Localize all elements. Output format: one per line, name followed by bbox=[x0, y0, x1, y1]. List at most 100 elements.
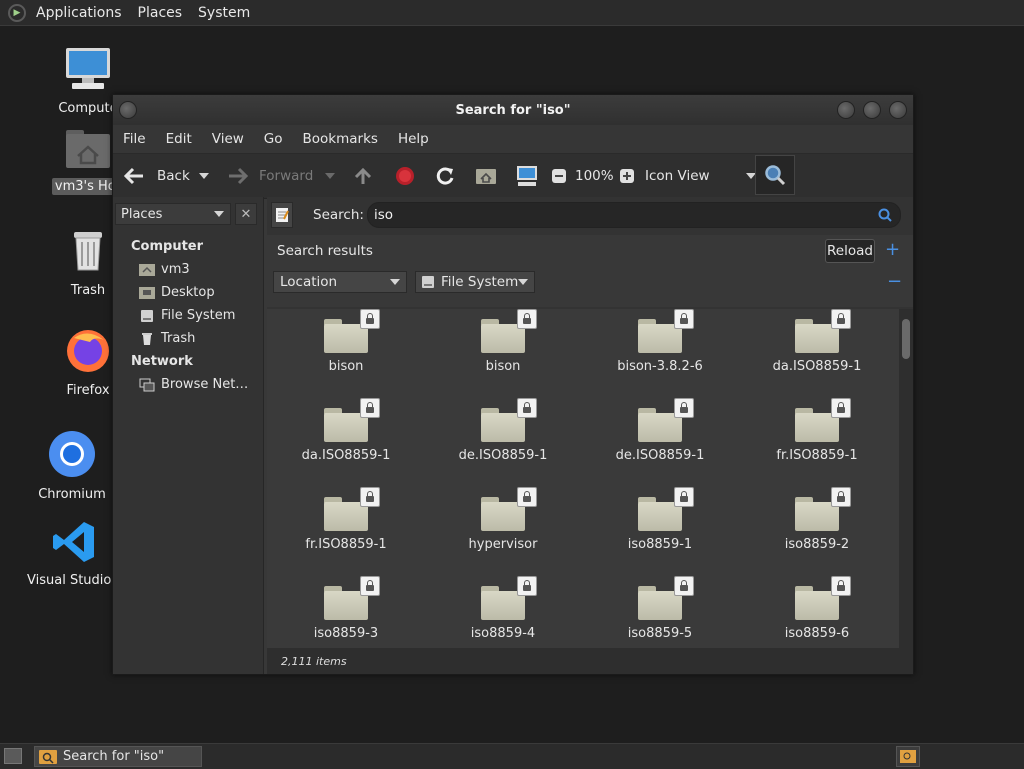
sidebar-item-vm3[interactable]: vm3 bbox=[139, 262, 190, 277]
zoom-out-icon bbox=[552, 169, 566, 183]
file-item[interactable]: hypervisor bbox=[428, 487, 578, 552]
file-item[interactable]: iso8859-3 bbox=[271, 576, 421, 641]
search-input[interactable]: iso bbox=[367, 202, 901, 228]
close-icon: ✕ bbox=[240, 206, 252, 222]
menu-go[interactable]: Go bbox=[254, 131, 293, 147]
titlebar[interactable]: Search for "iso" bbox=[113, 95, 913, 125]
criterion-type-select[interactable]: Location bbox=[273, 271, 407, 293]
taskbar-window-button[interactable]: Search for "iso" bbox=[34, 746, 202, 767]
zoom-out-button[interactable] bbox=[551, 154, 567, 198]
folder-icon bbox=[795, 398, 851, 442]
notepad-icon bbox=[276, 208, 289, 222]
workspace-switcher[interactable] bbox=[896, 746, 920, 767]
sidebar-pane-select[interactable]: Places bbox=[115, 203, 231, 225]
forward-button[interactable]: Forward bbox=[227, 154, 313, 198]
menu-edit[interactable]: Edit bbox=[156, 131, 202, 147]
sidebar-item-browse-network[interactable]: Browse Net… bbox=[139, 377, 248, 392]
folder-icon bbox=[638, 576, 694, 620]
file-item[interactable]: iso8859-5 bbox=[585, 576, 735, 641]
lock-icon bbox=[360, 398, 380, 418]
lock-icon bbox=[674, 576, 694, 596]
distro-logo-icon[interactable]: ▶ bbox=[8, 3, 26, 22]
folder-icon bbox=[481, 398, 537, 442]
up-button[interactable] bbox=[353, 154, 373, 198]
chevron-down-icon bbox=[390, 279, 400, 285]
location-value-select[interactable]: File System bbox=[415, 271, 535, 293]
search-toggle-button[interactable] bbox=[755, 155, 795, 195]
file-name: bison-3.8.2-6 bbox=[617, 359, 703, 374]
back-button[interactable]: Back bbox=[123, 154, 190, 198]
vertical-scrollbar[interactable] bbox=[899, 309, 913, 648]
menu-file[interactable]: File bbox=[113, 131, 156, 147]
places-menu[interactable]: Places bbox=[130, 5, 191, 21]
window-menu-button[interactable] bbox=[119, 101, 137, 119]
stop-button[interactable] bbox=[395, 154, 415, 198]
file-item[interactable]: iso8859-2 bbox=[742, 487, 892, 552]
lock-icon bbox=[831, 487, 851, 507]
sidebar-item-label: Desktop bbox=[161, 285, 215, 300]
trash-icon bbox=[139, 332, 155, 346]
view-mode-select[interactable]: Icon View bbox=[645, 154, 756, 198]
file-item[interactable]: de.ISO8859-1 bbox=[428, 398, 578, 463]
add-criterion-button[interactable]: + bbox=[885, 239, 900, 260]
file-item[interactable]: bison bbox=[271, 309, 421, 374]
menu-bookmarks[interactable]: Bookmarks bbox=[293, 131, 388, 147]
file-item[interactable]: da.ISO8859-1 bbox=[742, 309, 892, 374]
file-item[interactable]: fr.ISO8859-1 bbox=[742, 398, 892, 463]
sidebar-section-computer: Computer bbox=[131, 239, 204, 254]
desktop-icon-chromium[interactable]: Chromium bbox=[22, 430, 122, 503]
lock-icon bbox=[831, 309, 851, 329]
scrollbar-thumb[interactable] bbox=[902, 319, 910, 359]
file-item[interactable]: bison-3.8.2-6 bbox=[585, 309, 735, 374]
file-name: de.ISO8859-1 bbox=[615, 448, 705, 463]
reload-button[interactable] bbox=[435, 154, 455, 198]
desktop-icon-vscode[interactable]: Visual Studio Co bbox=[24, 520, 133, 589]
edit-search-button[interactable] bbox=[271, 202, 293, 228]
back-label: Back bbox=[157, 168, 190, 184]
close-button[interactable] bbox=[889, 101, 907, 119]
back-history-dropdown[interactable] bbox=[199, 154, 209, 198]
file-item[interactable]: da.ISO8859-1 bbox=[271, 398, 421, 463]
home-button[interactable] bbox=[475, 154, 497, 198]
folder-icon bbox=[324, 398, 380, 442]
file-item[interactable]: bison bbox=[428, 309, 578, 374]
remove-criterion-button[interactable]: − bbox=[887, 271, 902, 292]
file-item[interactable]: de.ISO8859-1 bbox=[585, 398, 735, 463]
sidebar-pane-label: Places bbox=[121, 206, 163, 222]
status-bar: 2,111 items bbox=[267, 648, 913, 674]
file-item[interactable]: iso8859-4 bbox=[428, 576, 578, 641]
desktop-icon-label: Chromium bbox=[38, 487, 106, 502]
zoom-in-button[interactable] bbox=[619, 154, 635, 198]
drive-icon bbox=[139, 309, 155, 323]
file-name: iso8859-6 bbox=[784, 626, 850, 641]
minimize-button[interactable] bbox=[837, 101, 855, 119]
desktop-icon-label: Firefox bbox=[66, 383, 110, 398]
maximize-button[interactable] bbox=[863, 101, 881, 119]
reload-search-button[interactable]: Reload bbox=[825, 239, 875, 263]
sidebar-item-file-system[interactable]: File System bbox=[139, 308, 235, 323]
show-desktop-icon[interactable] bbox=[4, 748, 22, 764]
applications-menu[interactable]: Applications bbox=[28, 5, 130, 21]
search-icon[interactable] bbox=[878, 208, 892, 222]
taskbar-window-label: Search for "iso" bbox=[63, 749, 165, 764]
lock-icon bbox=[517, 487, 537, 507]
chevron-down-icon bbox=[214, 211, 224, 217]
file-manager-window: Search for "iso" File Edit View Go Bookm… bbox=[112, 94, 914, 675]
zoom-level[interactable]: 100% bbox=[575, 154, 614, 198]
folder-icon bbox=[638, 398, 694, 442]
system-menu[interactable]: System bbox=[190, 5, 258, 21]
file-item[interactable]: fr.ISO8859-1 bbox=[271, 487, 421, 552]
file-item[interactable]: iso8859-6 bbox=[742, 576, 892, 641]
file-item[interactable]: iso8859-1 bbox=[585, 487, 735, 552]
forward-history-dropdown[interactable] bbox=[325, 154, 335, 198]
sidebar-close-button[interactable]: ✕ bbox=[235, 203, 257, 225]
sidebar-item-trash[interactable]: Trash bbox=[139, 331, 195, 346]
up-arrow-icon bbox=[354, 167, 372, 184]
menu-view[interactable]: View bbox=[202, 131, 254, 147]
search-folder-icon bbox=[39, 749, 57, 764]
menu-help[interactable]: Help bbox=[388, 131, 439, 147]
sidebar-item-desktop[interactable]: Desktop bbox=[139, 285, 215, 300]
menubar: File Edit View Go Bookmarks Help bbox=[113, 125, 913, 153]
computer-button[interactable] bbox=[515, 154, 539, 198]
folder-icon bbox=[481, 576, 537, 620]
